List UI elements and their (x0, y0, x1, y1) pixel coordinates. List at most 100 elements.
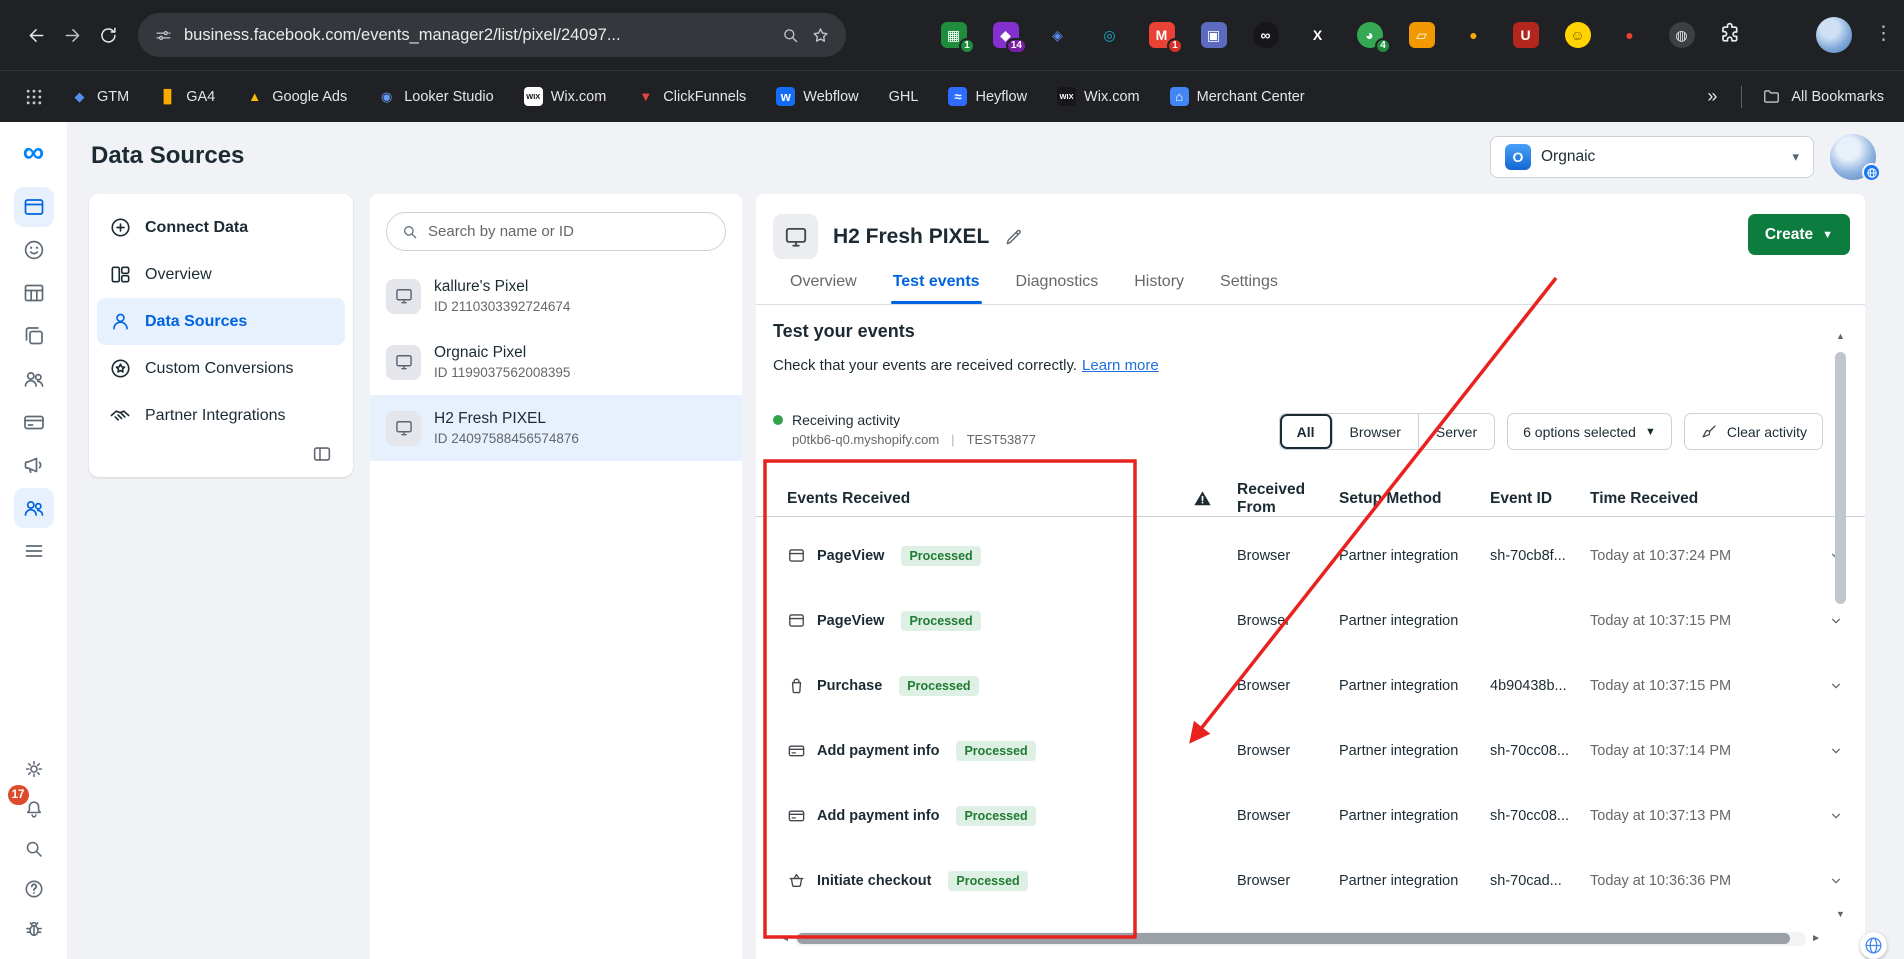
zoom-icon[interactable] (781, 26, 800, 45)
mail-extension-icon[interactable]: M 1 (1148, 22, 1175, 49)
site-settings-icon[interactable] (154, 26, 173, 45)
nav-item-custom-conversions[interactable]: Custom Conversions (97, 345, 345, 392)
rail-window-icon[interactable] (14, 187, 54, 227)
learn-more-link[interactable]: Learn more (1082, 357, 1159, 374)
rail-people-icon[interactable] (14, 359, 54, 399)
rail-card-icon[interactable] (14, 402, 54, 442)
bookmark-label: GA4 (186, 89, 215, 105)
event-row[interactable]: PageView Processed Browser Partner integ… (756, 588, 1865, 653)
bookmark-clickfunnels[interactable]: ▼ ClickFunnels (636, 87, 746, 106)
scroll-left-icon[interactable]: ◄ (780, 934, 790, 944)
apps-grid-icon[interactable] (24, 87, 44, 107)
nav-item-overview[interactable]: Overview (97, 251, 345, 298)
bookmark-looker-studio[interactable]: ◉ Looker Studio (377, 87, 493, 106)
diamond-extension-icon[interactable]: ◈ (1044, 22, 1071, 49)
nav-item-connect-data[interactable]: Connect Data (97, 204, 345, 251)
hscroll-track[interactable] (795, 932, 1806, 946)
dark-extension-icon[interactable]: ◍ (1668, 22, 1695, 49)
folder-extension-icon[interactable]: ▱ (1408, 22, 1435, 49)
rail-table-icon[interactable] (14, 273, 54, 313)
segment-server[interactable]: Server (1419, 414, 1494, 449)
scroll-down-icon[interactable]: ▼ (1833, 906, 1848, 922)
colorwheel-extension-icon[interactable]: ◕ 4 (1356, 22, 1383, 49)
extensions-puzzle-icon[interactable] (1718, 21, 1745, 48)
vertical-scrollbar[interactable]: ▲ ▼ (1833, 328, 1848, 922)
bookmarks-bar: ◆ GTM ▊ GA4 ▲ Google Ads ◉ Looker Studio… (0, 70, 1904, 122)
back-button[interactable] (18, 17, 54, 53)
rail-people-icon[interactable] (14, 488, 54, 528)
reload-button[interactable] (90, 17, 126, 53)
address-bar[interactable]: business.facebook.com/events_manager2/li… (138, 13, 846, 57)
rail-bell-icon[interactable]: 17 (16, 791, 52, 827)
rail-bug-icon[interactable] (16, 911, 52, 947)
pixel-search[interactable] (386, 212, 726, 251)
bookmark-ga4[interactable]: ▊ GA4 (159, 87, 215, 106)
hscroll-thumb[interactable] (797, 933, 1790, 944)
tab-diagnostics[interactable]: Diagnostics (1016, 273, 1099, 304)
shield-extension-icon[interactable]: ◆ 14 (992, 22, 1019, 49)
flame-extension-icon[interactable]: ● (1460, 22, 1487, 49)
u-extension-icon[interactable]: U (1512, 22, 1539, 49)
business-account-dropdown[interactable]: O Orgnaic ▾ (1490, 136, 1814, 178)
rail-gear-icon[interactable] (16, 751, 52, 787)
rail-question-icon[interactable] (16, 871, 52, 907)
bookmark-gtm[interactable]: ◆ GTM (70, 87, 129, 106)
pixel-list-item[interactable]: kallure's Pixel ID 2110303392724674 (370, 263, 742, 329)
rail-search-icon[interactable] (16, 831, 52, 867)
rail-megaphone-icon[interactable] (14, 445, 54, 485)
event-row[interactable]: Initiate checkout Processed Browser Part… (756, 848, 1865, 913)
lens-extension-icon[interactable]: ◎ (1096, 22, 1123, 49)
tab-overview[interactable]: Overview (790, 273, 857, 304)
user-avatar[interactable] (1830, 134, 1876, 180)
bookmark-ghl[interactable]: GHL (889, 89, 919, 105)
event-row[interactable]: Add payment info Processed Browser Partn… (756, 718, 1865, 783)
scroll-up-icon[interactable]: ▲ (1833, 328, 1848, 344)
create-button[interactable]: Create ▼ (1748, 214, 1850, 255)
meta-logo[interactable]: ∞ (23, 136, 44, 170)
segment-browser[interactable]: Browser (1333, 414, 1419, 449)
bookmark-heyflow[interactable]: ≈ Heyflow (948, 87, 1027, 106)
bookmark-wix-com[interactable]: WIX Wix.com (524, 87, 607, 106)
tag-extension-icon[interactable]: ▣ (1200, 22, 1227, 49)
rail-docs-icon[interactable] (14, 316, 54, 356)
browser-menu-icon[interactable]: ⋮ (1874, 22, 1893, 45)
forward-button[interactable] (54, 17, 90, 53)
tab-history[interactable]: History (1134, 273, 1184, 304)
bookmarks-overflow-chevron[interactable]: » (1707, 86, 1717, 107)
pixel-list-item[interactable]: Orgnaic Pixel ID 1199037562008395 (370, 329, 742, 395)
bookmark-wix-com[interactable]: WIX Wix.com (1057, 87, 1140, 106)
bookmark-merchant-center[interactable]: ⌂ Merchant Center (1170, 87, 1305, 106)
pixel-list-item[interactable]: H2 Fresh PIXEL ID 24097588456574876 (370, 395, 742, 461)
collapse-sidebar-icon[interactable] (311, 443, 333, 465)
tab-test-events[interactable]: Test events (893, 273, 980, 304)
loop-extension-icon[interactable]: ∞ (1252, 22, 1279, 49)
event-options-dropdown[interactable]: 6 options selected ▼ (1507, 413, 1672, 450)
search-input[interactable] (428, 223, 711, 240)
nav-item-data-sources[interactable]: Data Sources (97, 298, 345, 345)
red-dot-extension-icon[interactable]: ● (1616, 22, 1643, 49)
x-extension-icon[interactable]: X (1304, 22, 1331, 49)
bookmark-favicon: ≈ (948, 87, 967, 106)
bookmark-star-icon[interactable] (811, 26, 830, 45)
nav-item-partner-integrations[interactable]: Partner Integrations (97, 392, 345, 439)
event-row[interactable]: PageView Processed Browser Partner integ… (756, 523, 1865, 588)
rail-menu-icon[interactable] (14, 531, 54, 571)
options-label: 6 options selected (1523, 424, 1636, 440)
globe-icon[interactable] (1860, 932, 1887, 959)
rail-smiley-icon[interactable] (14, 230, 54, 270)
edit-pencil-icon[interactable] (1004, 227, 1024, 247)
clear-activity-button[interactable]: Clear activity (1684, 413, 1823, 450)
bookmark-webflow[interactable]: w Webflow (776, 87, 858, 106)
segment-all[interactable]: All (1280, 414, 1333, 449)
browser-profile-avatar[interactable] (1816, 17, 1852, 53)
analytics-extension-icon[interactable]: ▦ 1 (940, 22, 967, 49)
tab-settings[interactable]: Settings (1220, 273, 1278, 304)
horizontal-scrollbar[interactable]: ◄ ► (780, 931, 1821, 946)
smiley-extension-icon[interactable]: ☺ (1564, 22, 1591, 49)
vscroll-thumb[interactable] (1835, 352, 1846, 604)
event-row[interactable]: Add payment info Processed Browser Partn… (756, 783, 1865, 848)
scroll-right-icon[interactable]: ► (1811, 934, 1821, 944)
bookmark-google-ads[interactable]: ▲ Google Ads (245, 87, 347, 106)
all-bookmarks-button[interactable]: All Bookmarks (1762, 87, 1888, 106)
event-row[interactable]: Purchase Processed Browser Partner integ… (756, 653, 1865, 718)
